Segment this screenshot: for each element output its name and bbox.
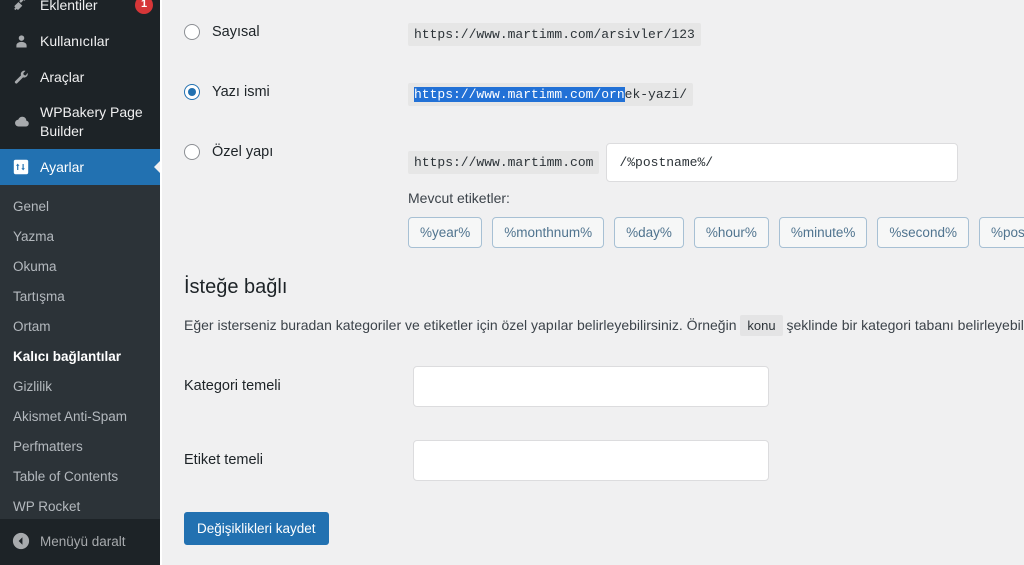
available-tags-area: Mevcut etiketler: %year% %monthnum% %day… (408, 186, 1024, 248)
users-icon (11, 31, 31, 51)
sidebar-item-users[interactable]: Kullanıcılar (0, 23, 162, 59)
tag-base-input[interactable] (413, 439, 769, 481)
sidebar-item-label: Ayarlar (40, 158, 85, 175)
settings-submenu: Genel Yazma Okuma Tartışma Ortam Kalıcı … (0, 185, 162, 530)
available-tags-list: %year% %monthnum% %day% %hour% %minute% … (408, 217, 1024, 248)
wordpress-admin-screen: Eklentiler 1 Kullanıcılar Araçlar WPBake… (0, 0, 1024, 565)
tag-base-row: Etiket temeli (184, 436, 1024, 484)
tools-icon (11, 67, 31, 87)
permalink-settings-content: Sayısal https://www.martimm.com/arsivler… (162, 0, 1024, 565)
radio-custom[interactable] (184, 144, 200, 160)
unselected-url-text: ek-yazi/ (624, 87, 688, 102)
sidebar-item-yazma[interactable]: Yazma (0, 222, 162, 252)
sidebar-item-label: WPBakery Page Builder (40, 104, 143, 139)
admin-sidebar: Eklentiler 1 Kullanıcılar Araçlar WPBake… (0, 0, 162, 565)
tag-base-label: Etiket temeli (184, 452, 263, 468)
chevron-left-circle-icon (11, 531, 31, 551)
plugins-update-badge: 1 (135, 0, 153, 14)
optional-section-description: Eğer isterseniz buradan kategoriler ve e… (184, 315, 1024, 336)
permalink-option-numeric-value: https://www.martimm.com/arsivler/123 (408, 6, 701, 46)
description-text-after: şeklinde bir kategori tabanı belirleyebi… (786, 317, 1024, 333)
plugin-icon (11, 0, 31, 15)
permalink-option-postname: Yazı ismi https://www.martimm.com/ornek-… (184, 66, 1024, 126)
permalink-url-numeric: https://www.martimm.com/arsivler/123 (408, 23, 701, 46)
radio-postname[interactable] (184, 84, 200, 100)
save-changes-button[interactable]: Değişiklikleri kaydet (184, 512, 329, 545)
sidebar-item-tartisma[interactable]: Tartışma (0, 282, 162, 312)
permalink-structure-options: Sayısal https://www.martimm.com/arsivler… (184, 0, 1024, 186)
sidebar-item-wp-rocket[interactable]: WP Rocket (0, 492, 162, 522)
permalink-option-numeric-control[interactable]: Sayısal (184, 6, 408, 40)
permalink-option-numeric: Sayısal https://www.martimm.com/arsivler… (184, 6, 1024, 66)
selected-url-text: https://www.martimm.com/orn (414, 87, 625, 102)
sidebar-item-settings[interactable]: Ayarlar (0, 149, 162, 185)
sidebar-item-label: Kullanıcılar (40, 32, 110, 49)
collapse-menu-button[interactable]: Menüyü daralt (0, 519, 162, 565)
custom-structure-input[interactable] (606, 143, 959, 182)
sidebar-item-okuma[interactable]: Okuma (0, 252, 162, 282)
sidebar-item-label: Eklentiler (40, 0, 98, 13)
permalink-url-postname[interactable]: https://www.martimm.com/ornek-yazi/ (408, 83, 694, 106)
tag-button-post-id[interactable]: %post_id% (978, 217, 1024, 248)
permalink-option-custom-control[interactable]: Özel yapı (184, 126, 408, 160)
sidebar-item-permalinks[interactable]: Kalıcı bağlantılar (0, 342, 162, 372)
settings-icon (11, 157, 31, 177)
sidebar-item-ortam[interactable]: Ortam (0, 312, 162, 342)
sidebar-item-label: Araçlar (40, 68, 85, 85)
permalink-option-label: Özel yapı (212, 144, 274, 160)
tag-button-day[interactable]: %day% (614, 217, 684, 248)
sidebar-item-plugins[interactable]: Eklentiler 1 (0, 0, 162, 23)
category-base-row: Kategori temeli (184, 362, 1024, 410)
cloud-icon (11, 112, 31, 132)
tag-button-minute[interactable]: %minute% (778, 217, 868, 248)
category-base-input[interactable] (413, 365, 769, 407)
permalink-option-postname-control[interactable]: Yazı ismi (184, 66, 408, 100)
sidebar-item-genel[interactable]: Genel (0, 192, 162, 222)
sidebar-item-perfmatters[interactable]: Perfmatters (0, 432, 162, 462)
sidebar-item-gizlilik[interactable]: Gizlilik (0, 372, 162, 402)
sidebar-item-wpbakery[interactable]: WPBakery Page Builder (0, 95, 162, 149)
permalink-option-label: Sayısal (212, 24, 260, 40)
sidebar-item-table-of-contents[interactable]: Table of Contents (0, 462, 162, 492)
permalink-option-label: Yazı ismi (212, 84, 270, 100)
sidebar-top-menu: Eklentiler 1 Kullanıcılar Araçlar WPBake… (0, 0, 162, 185)
permalink-option-custom: Özel yapı https://www.martimm.com (184, 126, 1024, 186)
collapse-menu-label: Menüyü daralt (40, 533, 126, 549)
tag-button-hour[interactable]: %hour% (693, 217, 769, 248)
category-base-label: Kategori temeli (184, 378, 281, 394)
permalink-url-prefix: https://www.martimm.com (408, 151, 600, 174)
permalink-option-custom-value: https://www.martimm.com (408, 126, 959, 182)
tag-button-year[interactable]: %year% (408, 217, 483, 248)
description-text-before: Eğer isterseniz buradan kategoriler ve e… (184, 317, 737, 333)
available-tags-label: Mevcut etiketler: (408, 190, 510, 206)
optional-form: Kategori temeli Etiket temeli Değişiklik… (184, 362, 1024, 545)
optional-section-title: İsteğe bağlı (184, 276, 288, 298)
sidebar-item-tools[interactable]: Araçlar (0, 59, 162, 95)
tag-button-monthnum[interactable]: %monthnum% (492, 217, 605, 248)
sidebar-item-akismet[interactable]: Akismet Anti-Spam (0, 402, 162, 432)
description-inline-code: konu (740, 315, 783, 336)
permalink-option-postname-value: https://www.martimm.com/ornek-yazi/ (408, 66, 694, 106)
radio-numeric[interactable] (184, 24, 200, 40)
tag-button-second[interactable]: %second% (877, 217, 969, 248)
